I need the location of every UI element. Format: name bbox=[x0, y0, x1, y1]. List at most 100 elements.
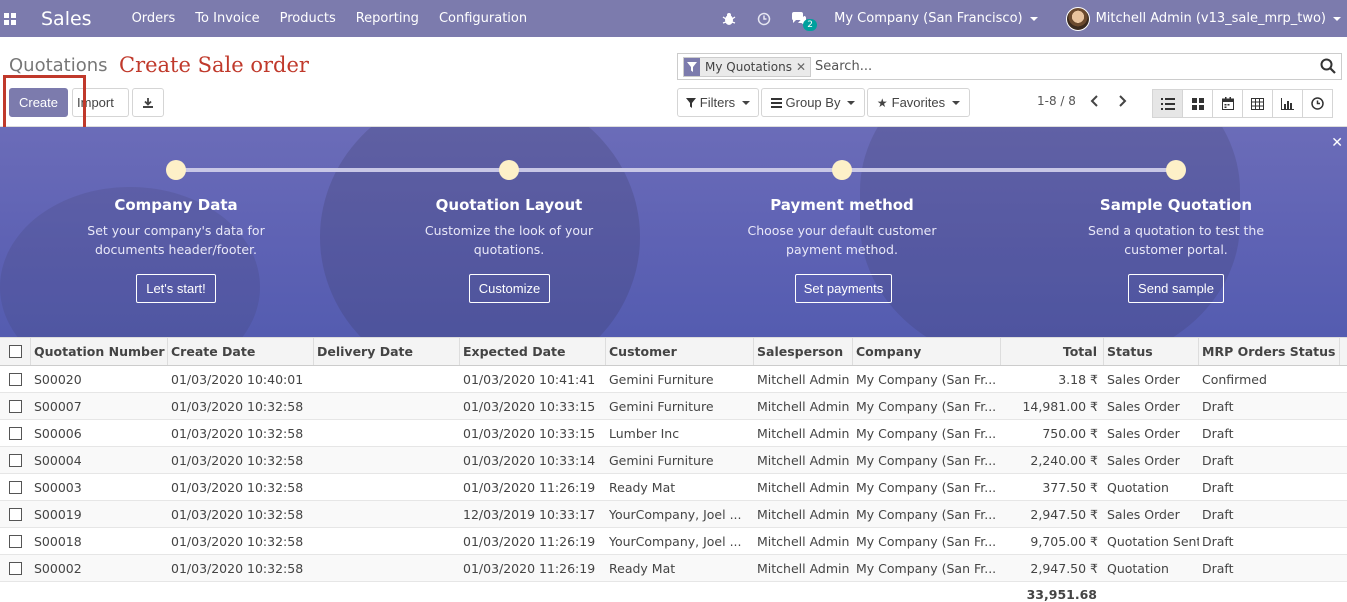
activity-clock-icon[interactable] bbox=[755, 10, 773, 28]
cell-mrp: Draft bbox=[1202, 425, 1234, 441]
user-avatar[interactable] bbox=[1065, 6, 1090, 31]
cell-create: 01/03/2020 10:40:01 bbox=[171, 371, 304, 387]
menu-to-invoice[interactable]: To Invoice bbox=[195, 11, 259, 26]
list-view-button[interactable] bbox=[1152, 89, 1183, 118]
column-header[interactable]: Total bbox=[1001, 338, 1104, 365]
row-checkbox[interactable] bbox=[0, 555, 31, 581]
graph-view-button[interactable] bbox=[1272, 89, 1303, 118]
row-checkbox[interactable] bbox=[0, 420, 31, 446]
calendar-view-button[interactable] bbox=[1212, 89, 1243, 118]
cell-delivery bbox=[314, 420, 460, 446]
favorites-dropdown[interactable]: ★ Favorites bbox=[867, 88, 970, 117]
pager-value[interactable]: 1-8 / 8 bbox=[1037, 94, 1076, 108]
table-row[interactable]: S00018 01/03/2020 10:32:58 01/03/2020 11:2… bbox=[0, 528, 1347, 555]
cell-mrp: Confirmed bbox=[1202, 371, 1267, 387]
search-icon[interactable] bbox=[1320, 58, 1336, 74]
search-input[interactable] bbox=[815, 59, 1296, 74]
cell-status: Sales Order bbox=[1107, 371, 1180, 387]
table-row[interactable]: S00002 01/03/2020 10:32:58 01/03/2020 11:2… bbox=[0, 555, 1347, 582]
column-header[interactable]: Customer bbox=[606, 338, 754, 365]
import-button[interactable]: Import bbox=[72, 88, 129, 117]
column-header[interactable]: Create Date bbox=[168, 338, 314, 365]
cell-create: 01/03/2020 10:32:58 bbox=[171, 533, 304, 549]
set-payments-button[interactable]: Set payments bbox=[795, 274, 892, 303]
column-header[interactable]: Company bbox=[853, 338, 1001, 365]
list-view-icon bbox=[1160, 97, 1175, 110]
company-switcher[interactable]: My Company (San Francisco) bbox=[834, 11, 1038, 26]
chevron-right-icon[interactable] bbox=[1116, 94, 1130, 108]
table-header: Quotation Number Create Date Delivery Da… bbox=[0, 337, 1347, 366]
cell-status: Quotation Sent bbox=[1107, 533, 1199, 549]
cell-status: Quotation bbox=[1107, 479, 1169, 495]
column-header[interactable]: Salesperson bbox=[754, 338, 853, 365]
kanban-view-button[interactable] bbox=[1182, 89, 1213, 118]
row-checkbox[interactable] bbox=[0, 447, 31, 473]
pivot-view-button[interactable] bbox=[1242, 89, 1273, 118]
customize-button[interactable]: Customize bbox=[469, 274, 550, 303]
row-checkbox[interactable] bbox=[0, 501, 31, 527]
filters-dropdown[interactable]: Filters bbox=[677, 88, 759, 117]
send-sample-button[interactable]: Send sample bbox=[1128, 274, 1224, 303]
cell-number: S00003 bbox=[34, 479, 82, 495]
cell-expected: 01/03/2020 10:33:15 bbox=[463, 425, 596, 441]
graph-view-icon bbox=[1281, 97, 1294, 110]
menu-products[interactable]: Products bbox=[280, 11, 336, 26]
app-title[interactable]: Sales bbox=[41, 8, 92, 30]
table-row[interactable]: S00004 01/03/2020 10:32:58 01/03/2020 10:3… bbox=[0, 447, 1347, 474]
table-row[interactable]: S00006 01/03/2020 10:32:58 01/03/2020 10:3… bbox=[0, 420, 1347, 447]
quotations-table: Quotation Number Create Date Delivery Da… bbox=[0, 337, 1347, 582]
download-button[interactable] bbox=[132, 88, 164, 117]
menu-reporting[interactable]: Reporting bbox=[356, 11, 419, 26]
row-checkbox[interactable] bbox=[0, 474, 31, 500]
cell-customer: Gemini Furniture bbox=[609, 452, 714, 468]
menu-configuration[interactable]: Configuration bbox=[439, 11, 527, 26]
cell-salesperson: Mitchell Admin bbox=[757, 533, 850, 549]
cell-expected: 01/03/2020 10:33:15 bbox=[463, 398, 596, 414]
column-header[interactable]: Quotation Number bbox=[31, 338, 168, 365]
column-header[interactable]: Status bbox=[1104, 338, 1199, 365]
table-row[interactable]: S00019 01/03/2020 10:32:58 12/03/2019 10:3… bbox=[0, 501, 1347, 528]
cell-salesperson: Mitchell Admin bbox=[757, 506, 850, 522]
column-header[interactable]: Delivery Date bbox=[314, 338, 460, 365]
activity-view-button[interactable] bbox=[1302, 89, 1333, 118]
view-switcher bbox=[1152, 89, 1333, 118]
user-menu[interactable]: Mitchell Admin (v13_sale_mrp_two) bbox=[1096, 11, 1341, 26]
row-checkbox[interactable] bbox=[0, 393, 31, 419]
cell-number: S00020 bbox=[34, 371, 82, 387]
menu-orders[interactable]: Orders bbox=[132, 11, 176, 26]
group-by-dropdown[interactable]: Group By bbox=[761, 88, 865, 117]
cell-number: S00019 bbox=[34, 506, 82, 522]
chevron-left-icon[interactable] bbox=[1089, 94, 1103, 108]
column-header[interactable]: Expected Date bbox=[460, 338, 606, 365]
breadcrumb: Quotations bbox=[9, 55, 108, 76]
onboarding-progress-line bbox=[176, 168, 1176, 172]
select-all-checkbox[interactable] bbox=[0, 338, 31, 365]
cell-number: S00018 bbox=[34, 533, 82, 549]
cell-number: S00007 bbox=[34, 398, 82, 414]
close-icon[interactable]: ✕ bbox=[796, 60, 806, 74]
messaging-icon[interactable]: 2 bbox=[790, 10, 818, 31]
cell-salesperson: Mitchell Admin bbox=[757, 425, 850, 441]
create-button[interactable]: Create bbox=[9, 88, 68, 117]
search-bar[interactable]: My Quotations ✕ bbox=[677, 53, 1342, 80]
cell-expected: 01/03/2020 11:26:19 bbox=[463, 560, 596, 576]
lets-start-button[interactable]: Let's start! bbox=[136, 274, 216, 303]
search-facet[interactable]: My Quotations ✕ bbox=[683, 56, 812, 77]
step-description: Send a quotation to test the customer por… bbox=[1087, 223, 1265, 257]
bug-icon[interactable] bbox=[720, 10, 738, 28]
cell-salesperson: Mitchell Admin bbox=[757, 452, 850, 468]
cell-delivery bbox=[314, 393, 460, 419]
cell-create: 01/03/2020 10:32:58 bbox=[171, 425, 304, 441]
table-row[interactable]: S00007 01/03/2020 10:32:58 01/03/2020 10:3… bbox=[0, 393, 1347, 420]
close-icon[interactable]: ✕ bbox=[1331, 135, 1343, 151]
column-header[interactable]: MRP Orders Status bbox=[1199, 338, 1340, 365]
cell-delivery bbox=[314, 474, 460, 500]
filters-label: Filters bbox=[699, 95, 736, 110]
row-checkbox[interactable] bbox=[0, 528, 31, 554]
apps-menu-icon[interactable] bbox=[0, 0, 20, 37]
list-icon bbox=[770, 97, 782, 108]
calendar-view-icon bbox=[1221, 97, 1234, 110]
row-checkbox[interactable] bbox=[0, 366, 31, 392]
table-row[interactable]: S00020 01/03/2020 10:40:01 01/03/2020 10:4… bbox=[0, 366, 1347, 393]
table-row[interactable]: S00003 01/03/2020 10:32:58 01/03/2020 11:2… bbox=[0, 474, 1347, 501]
